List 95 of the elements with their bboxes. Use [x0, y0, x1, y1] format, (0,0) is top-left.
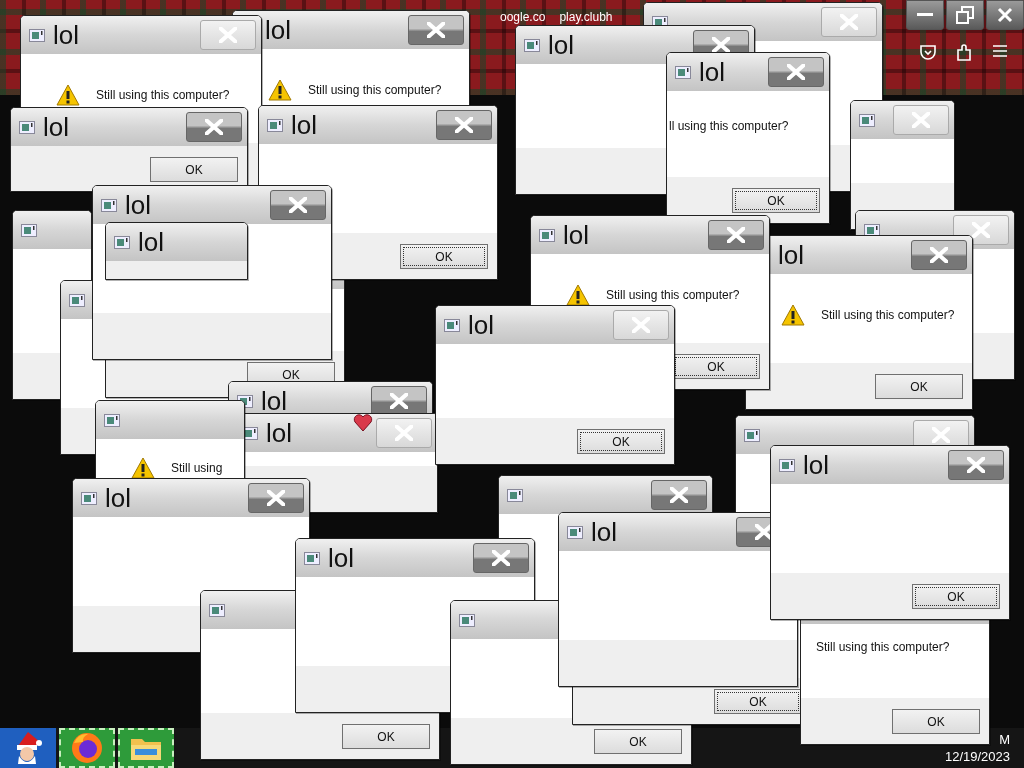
browser-tab[interactable]: oogle.co [500, 10, 546, 24]
close-icon [930, 247, 948, 263]
dialog-title: lol [291, 109, 317, 141]
dialog-title: lol [43, 111, 69, 143]
dialog-title: lol [261, 385, 287, 417]
close-icon [912, 112, 930, 128]
browser-tab[interactable]: play.clubh [559, 10, 613, 24]
dialog-message: ll using this computer? [669, 119, 789, 133]
ok-button[interactable]: OK [594, 728, 682, 754]
app-icon [539, 228, 555, 242]
close-icon [267, 490, 285, 506]
close-icon [427, 22, 445, 38]
dialog-message: Still using this computer? [308, 83, 442, 97]
close-icon [289, 197, 307, 213]
dialog-message: Still using this computer? [606, 288, 740, 302]
close-icon [395, 425, 413, 441]
ok-button[interactable]: OK [714, 688, 802, 714]
close-icon [390, 393, 408, 409]
close-icon [997, 7, 1013, 23]
close-icon [787, 64, 805, 80]
app-icon [779, 458, 795, 472]
app-icon [304, 551, 320, 565]
dialog-title: lol [53, 19, 79, 51]
dialog-message: Still using this computer? [816, 640, 950, 654]
ok-button[interactable]: OK [892, 708, 980, 734]
restore-icon [956, 6, 974, 24]
app-icon [209, 603, 225, 617]
dialog-title: lol [125, 189, 151, 221]
start-button[interactable] [0, 728, 56, 768]
app-icon [69, 293, 85, 307]
close-button[interactable] [371, 386, 427, 416]
dialog-title: lol [266, 417, 292, 449]
extensions-icon[interactable] [956, 44, 972, 62]
app-icon [567, 525, 583, 539]
app-icon [744, 428, 760, 442]
dialog-message: Still using this computer? [96, 88, 230, 102]
taskbar-app[interactable] [118, 728, 174, 768]
ok-button[interactable]: OK [875, 373, 963, 399]
dialog-title: lol [328, 542, 354, 574]
dialog-title: lol [699, 56, 725, 88]
app-icon [507, 488, 523, 502]
taskbar-app[interactable] [59, 728, 115, 768]
dialog-title: lol [548, 29, 574, 61]
dialog-title: lol [563, 219, 589, 251]
ok-button[interactable]: OK [342, 723, 430, 749]
dialog-title: lol [803, 449, 829, 481]
clock-date: 12/19/2023 [944, 749, 1010, 764]
close-icon [632, 317, 650, 333]
app-icon [864, 223, 880, 237]
dialog-title: lol [778, 239, 804, 271]
app-icon [267, 118, 283, 132]
app-icon [81, 491, 97, 505]
close-icon [932, 427, 950, 443]
dialog-message: Still using [171, 461, 223, 475]
ok-button[interactable]: OK [912, 583, 1000, 609]
heart-cursor-icon [353, 414, 373, 432]
minimize-icon [917, 13, 933, 17]
ok-button[interactable]: OK [150, 156, 238, 182]
ok-button[interactable]: OK [400, 243, 488, 269]
menu-icon[interactable] [992, 44, 1008, 58]
app-icon [101, 198, 117, 212]
app-icon [675, 65, 691, 79]
close-icon [219, 27, 237, 43]
app-icon [859, 113, 875, 127]
close-button[interactable] [986, 0, 1024, 30]
app-icon [459, 613, 475, 627]
clock-time: M [999, 732, 1010, 747]
app-icon [524, 38, 540, 52]
pocket-icon[interactable] [919, 44, 937, 60]
firefox-icon [70, 731, 104, 765]
app-icon [114, 235, 130, 249]
app-icon [21, 223, 37, 237]
close-icon [972, 222, 990, 238]
close-icon [727, 227, 745, 243]
close-icon [205, 119, 223, 135]
app-icon [104, 413, 120, 427]
close-icon [492, 550, 510, 566]
app-icon [29, 28, 45, 42]
ok-button[interactable]: OK [672, 353, 760, 379]
dialog-title: lol [265, 14, 291, 46]
close-icon [967, 457, 985, 473]
minimize-button[interactable] [906, 0, 944, 30]
dialog-title: lol [468, 309, 494, 341]
dialog-message: Still using this computer? [821, 308, 955, 322]
restore-button[interactable] [946, 0, 984, 30]
close-icon [670, 487, 688, 503]
close-icon [455, 117, 473, 133]
app-icon [444, 318, 460, 332]
app-icon [19, 120, 35, 134]
ok-button[interactable]: OK [577, 428, 665, 454]
close-icon [840, 14, 858, 30]
ok-button[interactable]: OK [732, 187, 820, 213]
dialog-title: lol [138, 226, 164, 258]
dialog-title: lol [591, 516, 617, 548]
dialog-title: lol [105, 482, 131, 514]
